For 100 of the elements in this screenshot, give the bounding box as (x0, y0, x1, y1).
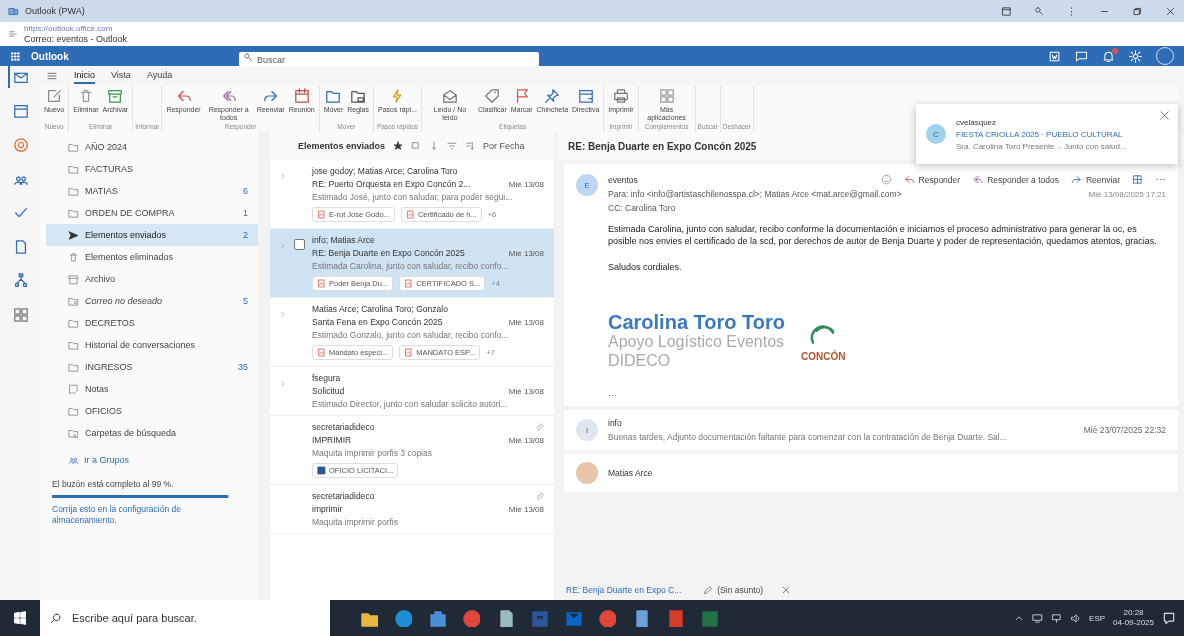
message-date: Mié 13/08 (508, 386, 544, 396)
printer-icon (612, 88, 629, 104)
envelope-open-icon (441, 88, 458, 104)
folder-item[interactable]: FACTURAS (40, 158, 258, 180)
ribbon-tab[interactable]: Ayuda (146, 68, 173, 84)
apps-grid-icon (13, 307, 29, 323)
restore-icon[interactable] (1132, 5, 1143, 17)
folder-item[interactable]: Elementos enviados 2 (46, 224, 258, 246)
network-icon[interactable] (1051, 612, 1063, 624)
folder-icon (68, 141, 79, 153)
notification-preview: Sra. Carolina Toro Presente .- Junto con salud... (956, 141, 1128, 151)
folder-item[interactable]: ORDEN DE COMPRA 1 (40, 202, 258, 224)
folder-item[interactable]: OFICIOS (40, 400, 258, 422)
teams-grid-icon[interactable] (1132, 174, 1143, 185)
pdf-document-icon (404, 279, 414, 288)
trash-icon (68, 251, 79, 263)
earlier-message[interactable]: I info Buenas tardes, Adjunto documentación faltante para comenzar con la contratación de Benja Duarte. Sal... Mié 23/07/2025 22:32 (564, 410, 1178, 450)
chat-screen-icon[interactable] (1075, 49, 1088, 63)
star-icon[interactable] (393, 141, 404, 151)
notification-center-icon[interactable] (1162, 611, 1176, 625)
shopping-bag-icon (428, 609, 446, 627)
sort-button[interactable]: Por Fecha (483, 141, 525, 151)
search-icon (50, 612, 62, 624)
folder-item[interactable]: DECRETOS (40, 312, 258, 334)
settings-icon[interactable] (1129, 49, 1142, 63)
archive-box-icon (107, 88, 124, 104)
close-icon[interactable] (781, 585, 792, 595)
app-launcher-icon[interactable] (10, 50, 21, 62)
app-window-icon[interactable] (1001, 5, 1012, 17)
taskbar-search-field[interactable]: Escribe aquí para buscar. (40, 600, 330, 636)
signature-unit: DIDECO (608, 351, 672, 370)
pencil-icon (703, 585, 714, 595)
message-date: Mié 13/08 (508, 435, 544, 445)
message-action-button[interactable]: Responder (903, 174, 961, 185)
folder-item[interactable]: AÑO 2024 (40, 136, 258, 158)
folder-item[interactable]: INGRESOS 35 (40, 356, 258, 378)
folder-item[interactable]: Archivo (40, 268, 258, 290)
message-preview: Buenas tardes, Adjunto documentación faltante para comenzar con la contratación de Benja Duarte. Sal... (608, 432, 1008, 442)
clock-time: 20:28 (1123, 608, 1144, 618)
folder-mail-icon (350, 88, 367, 104)
document-icon (13, 239, 29, 255)
monitor-icon[interactable] (1032, 612, 1044, 624)
folder-icon (68, 185, 79, 197)
chevron-up-icon[interactable] (1014, 613, 1025, 623)
word-document-icon[interactable] (1048, 49, 1061, 63)
close-icon[interactable] (1159, 110, 1170, 121)
show-trimmed-button[interactable]: ··· (608, 390, 617, 400)
message-preview: Maquita imprimir porfis 3 copias (312, 448, 433, 458)
pdf-document-icon (405, 210, 415, 219)
draft-tab[interactable]: RE: Benja Duarte en Expo C... (562, 585, 686, 595)
folder-icon (68, 405, 79, 417)
page-title: Correo: eventos - Outlook (24, 34, 128, 45)
message-sender: eventos (608, 174, 638, 185)
close-icon[interactable] (1165, 5, 1176, 17)
message-item[interactable]: fsegura Solicitud Mié 13/08 Estimado Director, junto con saludar solicito autori... (270, 367, 554, 416)
tag-icon (484, 88, 501, 104)
folder-icon (68, 339, 79, 351)
message-action-button[interactable]: Reenviar (1070, 174, 1120, 185)
note-icon (68, 383, 79, 395)
search-field[interactable]: Buscar (239, 52, 539, 67)
taskbar-app[interactable] (428, 609, 446, 627)
message-date: Mié 13/08/2025 17:21 (1088, 189, 1166, 199)
groups-link[interactable]: Ir a Grupos (40, 444, 258, 465)
input-language[interactable]: ESP (1089, 613, 1106, 623)
folder-item[interactable]: MATIAS 6 (40, 180, 258, 202)
pin-icon (544, 88, 561, 104)
message-action-button[interactable]: Responder a todos (972, 174, 1059, 185)
message-sender: secretariadideco (312, 422, 375, 432)
message-checkbox[interactable] (294, 239, 305, 250)
message-sender: secretariadideco (312, 491, 375, 501)
message-date: Mié 13/08 (508, 504, 544, 514)
notification-popup[interactable]: C cvelasquez FIESTA CRIOLLA 2025 · PUEBLO CULTURAL Sra. Carolina Toro Presente .- Junto con salud... (916, 104, 1178, 164)
sender-avatar: E (576, 174, 598, 196)
folder-move-icon (325, 88, 342, 104)
folder-title: Elementos enviados (298, 141, 386, 151)
draft-tab[interactable]: (Sin asunto) (699, 585, 768, 595)
menu-icon[interactable] (46, 70, 58, 82)
bell-icon[interactable] (1102, 49, 1115, 63)
earlier-message[interactable]: Matias Arce (564, 454, 1178, 492)
message-sender: fsegura (312, 373, 341, 383)
storage-settings-link[interactable]: Corrija esto en la configuración de almacenamiento. (52, 504, 248, 526)
folder-item[interactable]: Notas (40, 378, 258, 400)
folder-item[interactable]: Correo no deseado 5 (40, 290, 258, 312)
folder-item[interactable]: Elementos eliminados (40, 246, 258, 268)
ribbon-tab[interactable]: Vista (111, 68, 131, 84)
sender-avatar: I (576, 419, 598, 441)
ribbon-tab[interactable]: Inicio (74, 68, 95, 84)
message-item[interactable]: secretariadideco imprimir Mié 13/08 Maquita imprimir porfis (270, 485, 554, 534)
zoom-icon[interactable] (1034, 6, 1044, 16)
select-icon[interactable] (411, 141, 422, 151)
calendar-icon (293, 88, 310, 104)
send-arrow-icon (68, 229, 79, 241)
clock-date: 04-09-2025 (1113, 618, 1154, 628)
speaker-icon[interactable] (1070, 612, 1082, 624)
reply-arrow-icon (175, 88, 192, 104)
folder-item[interactable]: Carpetas de búsqueda (40, 422, 258, 444)
message-sender: jose godoy; Matias Arce; Carolina Toro (312, 166, 458, 176)
folder-item[interactable]: Historial de conversaciones (40, 334, 258, 356)
page-url: https://outlook.office.com (24, 23, 114, 34)
calendar-icon (13, 103, 29, 119)
